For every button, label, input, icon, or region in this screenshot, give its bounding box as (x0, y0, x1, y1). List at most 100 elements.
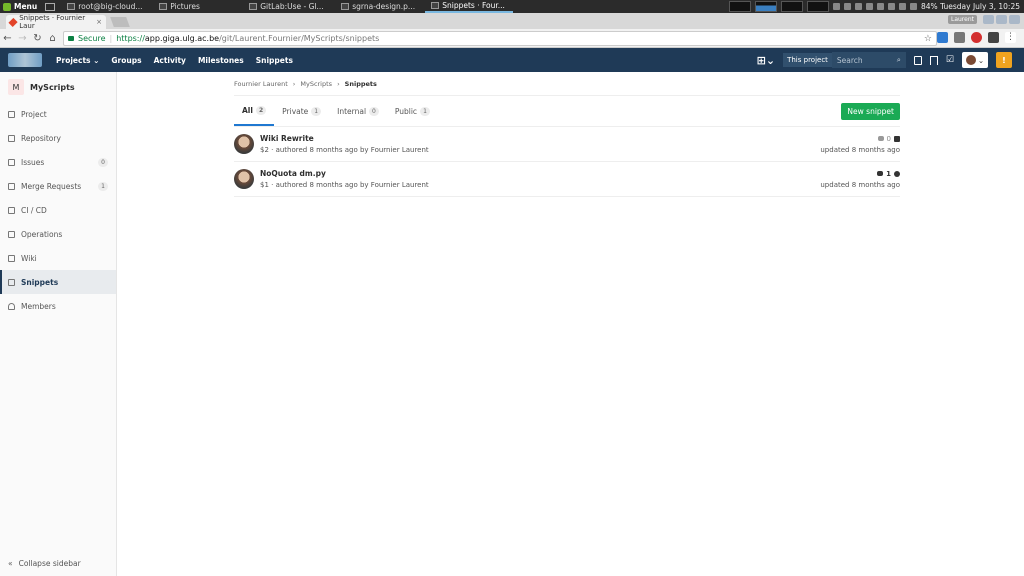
author-avatar[interactable] (234, 134, 254, 154)
todos-check-icon[interactable]: ☑ (946, 55, 954, 65)
clock-status[interactable]: 84% Tuesday July 3, 10:25 (921, 2, 1020, 11)
sidebar-item-project[interactable]: Project (0, 102, 116, 126)
url-text[interactable]: https://app.giga.ulg.ac.be/git/Laurent.F… (116, 34, 379, 43)
profile-badge[interactable]: Laurent (947, 15, 977, 24)
breadcrumb-project[interactable]: MyScripts (300, 80, 332, 88)
nav-snippets[interactable]: Snippets (256, 56, 293, 65)
tab-all[interactable]: All 2 (234, 96, 275, 126)
taskbar-item-sgrna[interactable]: sgrna-design.p... (335, 0, 425, 13)
chat-icon[interactable] (866, 3, 874, 10)
users-icon (8, 302, 15, 310)
taskbar-item-pictures[interactable]: Pictures (153, 0, 243, 13)
search-input[interactable]: Search ⌕ (831, 52, 906, 68)
taskbar-item-snippets[interactable]: Snippets · Four... (425, 0, 514, 13)
sidebar-item-ci-cd[interactable]: CI / CD (0, 198, 116, 222)
nav-activity[interactable]: Activity (154, 56, 186, 65)
mail-extension-icon[interactable] (937, 32, 948, 43)
sidebar-project-header[interactable]: M MyScripts (0, 72, 116, 102)
show-desktop-icon[interactable] (45, 2, 56, 11)
home-icon[interactable]: ⌂ (45, 33, 60, 44)
gitlab-logo[interactable] (8, 53, 42, 67)
collapse-sidebar-label: Collapse sidebar (18, 559, 81, 568)
gitlab-header: Projects ⌄ Groups Activity Milestones Sn… (0, 48, 1024, 72)
taskbar-item-gitlab[interactable]: GitLab:Use - Gl... (243, 0, 335, 13)
globe-icon (894, 170, 900, 177)
tab-internal[interactable]: Internal 0 (329, 96, 387, 126)
taskbar-item-terminal[interactable]: root@big-cloud... (61, 0, 153, 13)
close-tab-icon[interactable]: × (96, 18, 102, 26)
sidebar-item-merge-requests[interactable]: Merge Requests 1 (0, 174, 116, 198)
reload-icon[interactable]: ↻ (30, 33, 45, 44)
sidebar-item-operations[interactable]: Operations (0, 222, 116, 246)
s-extension-icon[interactable] (988, 32, 999, 43)
close-window-icon[interactable] (1009, 15, 1020, 24)
sidebar-item-repository[interactable]: Repository (0, 126, 116, 150)
new-snippet-button[interactable]: New snippet (841, 103, 900, 120)
back-icon[interactable]: ← (0, 33, 15, 44)
sidebar-item-label: Project (21, 109, 47, 119)
sidebar-item-label: Merge Requests (21, 181, 82, 191)
sidebar-item-issues[interactable]: Issues 0 (0, 150, 116, 174)
header-nav: Projects ⌄ Groups Activity Milestones Sn… (56, 56, 293, 65)
tab-count: 1 (420, 106, 430, 116)
sidebar-item-label: Wiki (21, 253, 37, 263)
shield-icon[interactable] (833, 3, 841, 10)
snippet-title[interactable]: NoQuota dm.py (260, 169, 429, 178)
sidebar-item-members[interactable]: Members (0, 294, 116, 318)
breadcrumb-current[interactable]: Snippets (345, 80, 377, 88)
volume-icon[interactable] (899, 3, 907, 10)
bluetooth-icon[interactable] (844, 3, 852, 10)
system-tray: 84% Tuesday July 3, 10:25 (729, 1, 1024, 12)
breadcrumb-owner[interactable]: Fournier Laurent (234, 80, 288, 88)
bell-icon[interactable] (877, 3, 885, 10)
home-icon (8, 110, 15, 118)
sidebar-item-label: Issues (21, 157, 45, 167)
tab-public[interactable]: Public 1 (387, 96, 438, 126)
terminal-icon (67, 3, 76, 10)
battery-icon[interactable] (910, 3, 918, 10)
forward-icon[interactable]: → (15, 33, 30, 44)
snippet-stats: 1 updated 8 months ago (820, 170, 900, 189)
issues-icon[interactable] (913, 55, 922, 65)
search-scope-badge[interactable]: This project (783, 53, 832, 67)
comment-count[interactable]: 1 (886, 170, 891, 178)
sidebar-item-snippets[interactable]: Snippets (0, 270, 116, 294)
collapse-sidebar-button[interactable]: « Collapse sidebar (8, 559, 81, 568)
sidebar-item-wiki[interactable]: Wiki (0, 246, 116, 270)
snippet-meta: $1 · authored 8 months ago by Fournier L… (260, 181, 429, 189)
comment-count[interactable]: 0 (887, 135, 891, 143)
minimize-icon[interactable] (983, 15, 994, 24)
chevron-down-icon: ⌄ (977, 55, 985, 65)
nav-groups[interactable]: Groups (111, 56, 141, 65)
wifi-icon[interactable] (888, 3, 896, 10)
search-icon: ⌕ (896, 55, 901, 64)
snippet-stat-line: 1 (877, 170, 900, 178)
user-menu[interactable]: ⌄ (962, 52, 988, 68)
scissors-icon (8, 278, 15, 286)
window-controls: Laurent (947, 15, 1020, 24)
address-bar[interactable]: Secure | https://app.giga.ulg.ac.be/git/… (63, 31, 937, 46)
os-menu-button[interactable]: Menu (0, 2, 43, 11)
record-extension-icon[interactable] (971, 32, 982, 43)
snippet-title[interactable]: Wiki Rewrite (260, 134, 429, 143)
snippet-info: Wiki Rewrite $2 · authored 8 months ago … (260, 134, 429, 154)
kebab-menu-icon[interactable]: ⋮ (1005, 32, 1016, 43)
merge-requests-icon[interactable] (929, 55, 938, 65)
snippet-row: Wiki Rewrite $2 · authored 8 months ago … (234, 127, 900, 162)
alert-icon[interactable]: ! (996, 52, 1012, 68)
new-dropdown-plus-icon[interactable]: ⊞⌄ (757, 54, 775, 67)
bookmark-star-icon[interactable]: ☆ (924, 34, 932, 44)
new-tab-button[interactable] (110, 17, 130, 27)
nav-milestones[interactable]: Milestones (198, 56, 244, 65)
maximize-icon[interactable] (996, 15, 1007, 24)
browser-tab[interactable]: Snippets · Fournier Laur × (6, 14, 106, 30)
sidebar-item-label: Members (21, 301, 56, 311)
nav-projects[interactable]: Projects ⌄ (56, 56, 99, 65)
download-extension-icon[interactable] (954, 32, 965, 43)
load-graph-icon (807, 1, 830, 12)
tab-private[interactable]: Private 1 (274, 96, 329, 126)
display-icon[interactable] (855, 3, 863, 10)
author-avatar[interactable] (234, 169, 254, 189)
search-placeholder: Search (836, 55, 863, 65)
chevron-right-icon: › (337, 79, 340, 88)
